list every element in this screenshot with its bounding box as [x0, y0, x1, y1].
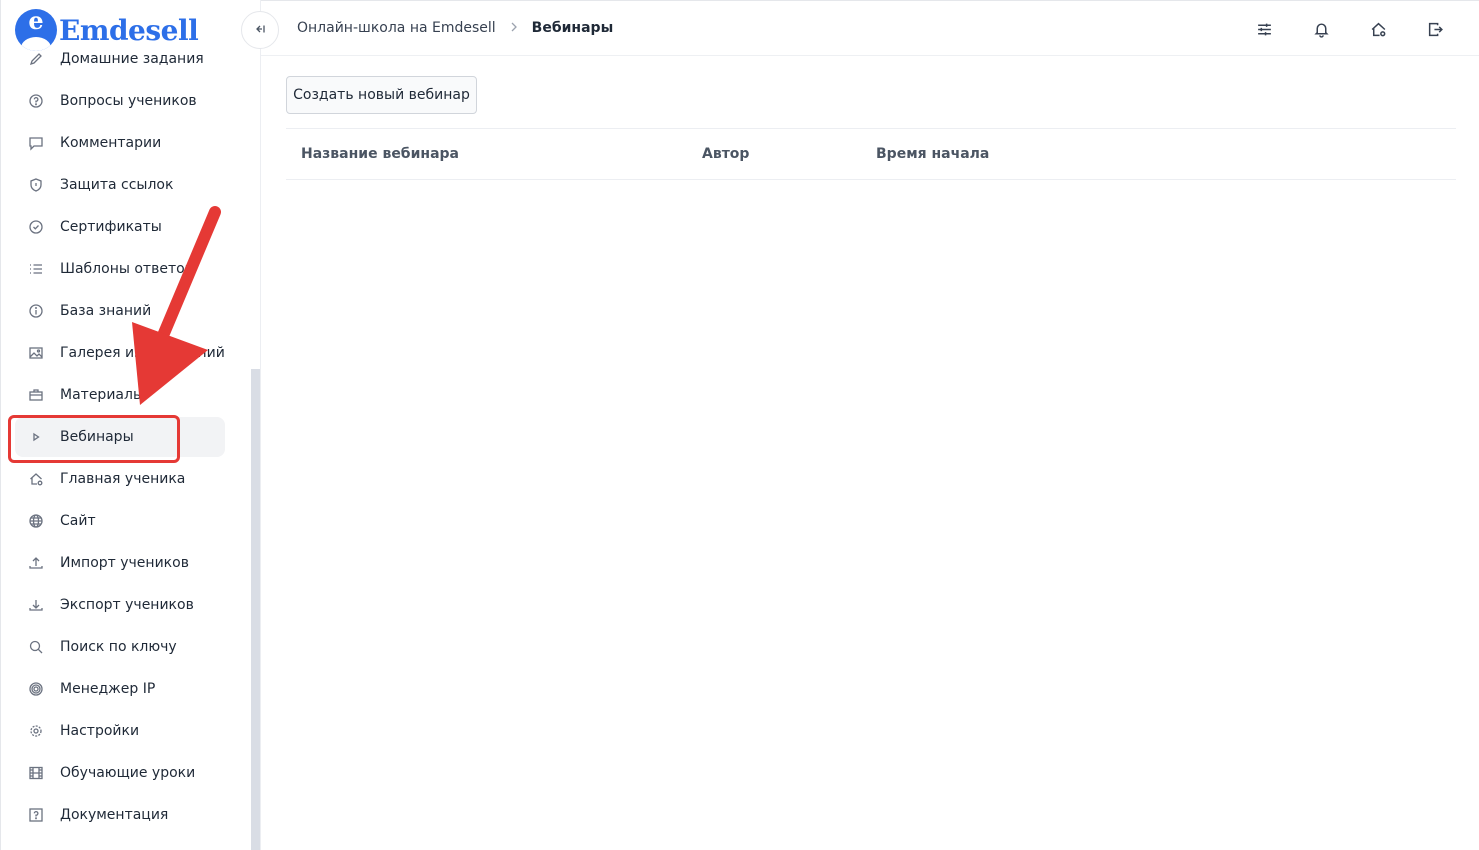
search-icon	[27, 638, 45, 656]
pencil-icon	[27, 50, 45, 68]
help-square-icon	[27, 806, 45, 824]
brand-logo[interactable]: e Emdesell	[15, 8, 209, 52]
sidebar-item-label: Экспорт учеников	[60, 597, 194, 613]
image-icon	[27, 344, 45, 362]
column-header-author[interactable]: Автор	[702, 146, 749, 162]
globe-icon	[27, 512, 45, 530]
sidebar-item-label: Менеджер IP	[60, 681, 156, 697]
sidebar-item-label: Комментарии	[60, 135, 162, 151]
sidebar-item-link-protection[interactable]: Защита ссылок	[15, 165, 225, 205]
logo-mark: e	[15, 9, 57, 51]
logout-icon[interactable]	[1425, 19, 1445, 39]
sidebar-scrollbar[interactable]	[251, 369, 260, 850]
collapse-sidebar-button[interactable]	[241, 11, 279, 49]
sidebar-item-label: Галерея изображений	[60, 345, 225, 361]
download-icon	[27, 596, 45, 614]
sidebar-item-certificates[interactable]: Сертификаты	[15, 207, 225, 247]
collapse-left-icon	[254, 23, 266, 38]
sidebar-item-webinars[interactable]: Вебинары	[15, 417, 225, 457]
sidebar-item-label: Документация	[60, 807, 169, 823]
target-icon	[27, 680, 45, 698]
brand-name: Emdesell	[59, 13, 199, 47]
logo-letter: e	[28, 9, 44, 35]
breadcrumb-current: Вебинары	[531, 20, 614, 36]
home-gear-icon[interactable]	[1368, 19, 1388, 39]
film-icon	[27, 764, 45, 782]
sidebar-item-label: Главная ученика	[60, 471, 186, 487]
top-header: Онлайн-школа на Emdesell Вебинары	[261, 0, 1479, 56]
sidebar-item-export-students[interactable]: Экспорт учеников	[15, 585, 225, 625]
sidebar-item-label: Обучающие уроки	[60, 765, 196, 781]
sidebar-item-label: Поиск по ключу	[60, 639, 177, 655]
sliders-icon[interactable]	[1254, 19, 1274, 39]
sidebar-item-import-students[interactable]: Импорт учеников	[15, 543, 225, 583]
home-gear-icon	[27, 470, 45, 488]
chevron-right-icon	[510, 21, 518, 36]
breadcrumb-parent[interactable]: Онлайн-школа на Emdesell	[297, 20, 496, 36]
gear-icon	[27, 722, 45, 740]
sidebar-item-label: Шаблоны ответов	[60, 261, 193, 277]
shield-icon	[27, 176, 45, 194]
column-header-title[interactable]: Название вебинара	[301, 146, 459, 162]
bell-icon[interactable]	[1311, 19, 1331, 39]
sidebar-item-comments[interactable]: Комментарии	[15, 123, 225, 163]
sidebar-item-label: Вебинары	[60, 429, 134, 445]
sidebar-item-label: Материалы	[60, 387, 144, 403]
check-circle-icon	[27, 218, 45, 236]
sidebar: Домашние задания Вопросы учеников Коммен…	[0, 0, 261, 850]
sidebar-item-answer-templates[interactable]: Шаблоны ответов	[15, 249, 225, 289]
sidebar-item-site[interactable]: Сайт	[15, 501, 225, 541]
column-header-start-time[interactable]: Время начала	[876, 146, 989, 162]
table-header-row: Название вебинара Автор Время начала	[286, 128, 1456, 180]
sidebar-item-label: Вопросы учеников	[60, 93, 197, 109]
question-circle-icon	[27, 92, 45, 110]
sidebar-item-knowledge-base[interactable]: База знаний	[15, 291, 225, 331]
sidebar-item-label: База знаний	[60, 303, 152, 319]
webinars-table: Название вебинара Автор Время начала	[286, 128, 1456, 180]
sidebar-item-label: Настройки	[60, 723, 140, 739]
sidebar-menu: Домашние задания Вопросы учеников Коммен…	[1, 37, 251, 835]
sidebar-item-label: Домашние задания	[60, 51, 204, 67]
sidebar-item-documentation[interactable]: Документация	[15, 795, 225, 835]
sidebar-item-key-search[interactable]: Поиск по ключу	[15, 627, 225, 667]
sidebar-item-student-questions[interactable]: Вопросы учеников	[15, 81, 225, 121]
sidebar-item-label: Защита ссылок	[60, 177, 174, 193]
play-icon	[27, 428, 45, 446]
sidebar-item-image-gallery[interactable]: Галерея изображений	[15, 333, 225, 373]
briefcase-icon	[27, 386, 45, 404]
create-webinar-button[interactable]: Создать новый вебинар	[286, 76, 477, 114]
sidebar-item-materials[interactable]: Материалы	[15, 375, 225, 415]
sidebar-item-label: Сайт	[60, 513, 96, 529]
logo-person-shape	[21, 37, 51, 51]
sidebar-item-ip-manager[interactable]: Менеджер IP	[15, 669, 225, 709]
sidebar-item-label: Сертификаты	[60, 219, 162, 235]
breadcrumb: Онлайн-школа на Emdesell Вебинары	[297, 20, 613, 36]
sidebar-item-tutorials[interactable]: Обучающие уроки	[15, 753, 225, 793]
sidebar-item-student-home[interactable]: Главная ученика	[15, 459, 225, 499]
list-icon	[27, 260, 45, 278]
comment-icon	[27, 134, 45, 152]
sidebar-item-settings[interactable]: Настройки	[15, 711, 225, 751]
sidebar-item-label: Импорт учеников	[60, 555, 189, 571]
upload-icon	[27, 554, 45, 572]
info-circle-icon	[27, 302, 45, 320]
